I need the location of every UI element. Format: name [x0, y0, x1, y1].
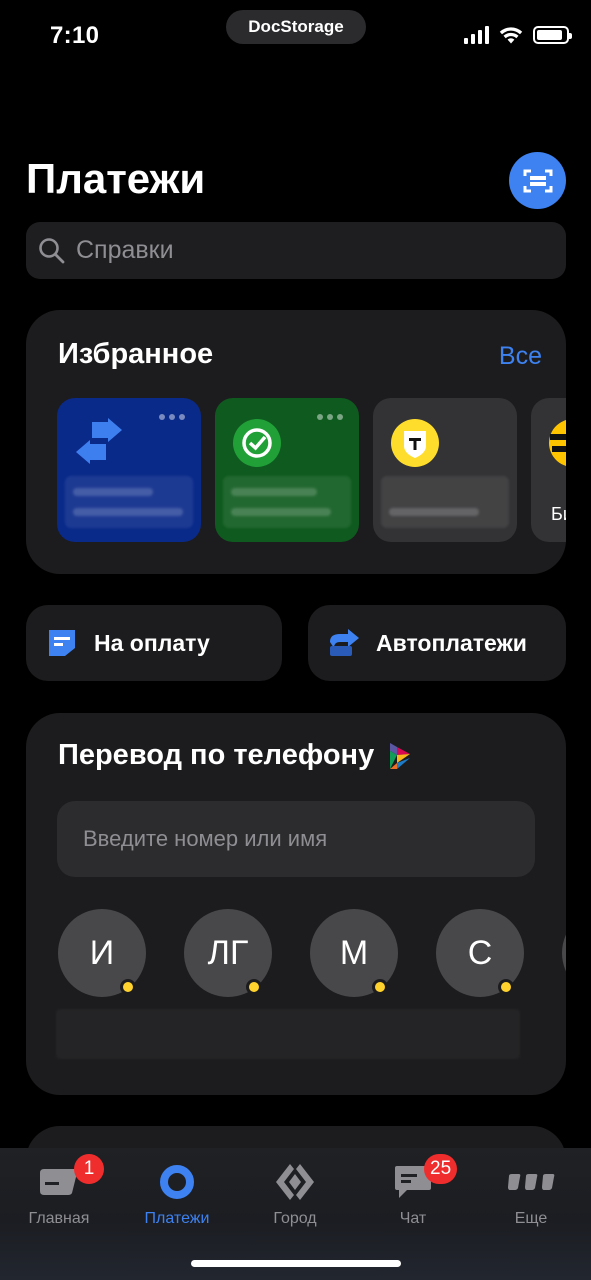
tab-more[interactable]: Еще: [476, 1162, 586, 1228]
favorite-tile-tinkoff[interactable]: [373, 398, 517, 542]
status-time: 7:10: [50, 22, 100, 49]
tab-city-label: Город: [273, 1210, 317, 1227]
contact-names-blurred: [56, 1009, 520, 1059]
beeline-icon: [549, 420, 566, 466]
status-dot: [498, 979, 514, 995]
contact-avatar[interactable]: И: [58, 909, 146, 997]
page-title: Платежи: [26, 155, 206, 202]
tab-payments-label: Платежи: [144, 1210, 210, 1227]
scan-button[interactable]: [509, 152, 566, 209]
favorite-tile-beeline[interactable]: Би: [531, 398, 566, 542]
more-icon: [508, 1174, 555, 1190]
favorite-tile-transfer[interactable]: [57, 398, 201, 542]
status-bar: 7:10 DocStorage: [0, 0, 591, 72]
favorites-card: Избранное Все Б: [26, 310, 566, 574]
more-dots-icon[interactable]: [159, 414, 185, 420]
tab-home-badge: 1: [74, 1154, 104, 1184]
status-dot: [246, 979, 262, 995]
city-icon: [276, 1164, 314, 1200]
sbp-logo-icon: [390, 742, 411, 769]
tinkoff-shield-icon: [391, 419, 439, 467]
wifi-icon: [499, 27, 523, 44]
contact-initials: С: [467, 933, 493, 972]
cellular-signal-icon: [464, 26, 489, 44]
to-pay-button[interactable]: На оплату: [26, 605, 282, 681]
status-icons: [464, 26, 572, 44]
battery-icon: [533, 26, 572, 44]
contact-avatar[interactable]: М: [310, 909, 398, 997]
contact-avatar-partial[interactable]: [562, 909, 566, 997]
transfer-arrows-icon: [76, 418, 122, 464]
contact-avatar[interactable]: ЛГ: [184, 909, 272, 997]
phone-transfer-header: Перевод по телефону: [58, 739, 412, 772]
favorites-title: Избранное: [58, 338, 214, 370]
home-indicator: [191, 1260, 401, 1267]
tab-chat-label: Чат: [399, 1210, 427, 1227]
tab-home[interactable]: 1 Главная: [4, 1154, 114, 1228]
tab-chat[interactable]: 25 Чат: [358, 1154, 468, 1228]
phone-transfer-card: Перевод по телефону Введите номер или им…: [26, 713, 566, 1095]
qr-scan-icon: [523, 169, 552, 192]
tab-more-label: Еще: [514, 1210, 548, 1227]
app-pill[interactable]: DocStorage: [226, 10, 366, 44]
tab-city[interactable]: Город: [240, 1162, 350, 1228]
phone-transfer-title: Перевод по телефону: [58, 739, 375, 771]
contact-initials: М: [339, 933, 369, 972]
favorite-label-blurred: [381, 476, 509, 528]
favorite-label-blurred: [65, 476, 193, 528]
favorites-all-link[interactable]: Все: [499, 342, 542, 371]
tab-chat-badge: 25: [424, 1154, 458, 1184]
tab-home-label: Главная: [28, 1210, 90, 1227]
to-pay-label: На оплату: [94, 629, 210, 656]
search-input[interactable]: Справки: [26, 222, 566, 279]
favorite-label: Би: [551, 504, 566, 524]
favorite-label-blurred: [223, 476, 351, 528]
status-dot: [120, 979, 136, 995]
phone-or-name-input[interactable]: Введите номер или имя: [57, 801, 535, 877]
favorite-tile-sber[interactable]: [215, 398, 359, 542]
contact-avatar[interactable]: С: [436, 909, 524, 997]
autopay-label: Автоплатежи: [376, 629, 527, 656]
autopay-button[interactable]: Автоплатежи: [308, 605, 566, 681]
more-dots-icon[interactable]: [317, 414, 343, 420]
sber-check-icon: [233, 419, 281, 467]
status-dot: [372, 979, 388, 995]
contact-initials: И: [89, 933, 115, 972]
search-placeholder: Справки: [76, 236, 174, 264]
search-icon: [39, 237, 65, 263]
invoice-icon: [49, 630, 75, 656]
tab-payments[interactable]: Платежи: [122, 1162, 232, 1228]
payments-icon: [160, 1165, 194, 1199]
contact-initials: ЛГ: [207, 933, 249, 972]
autopay-icon: [330, 629, 359, 656]
